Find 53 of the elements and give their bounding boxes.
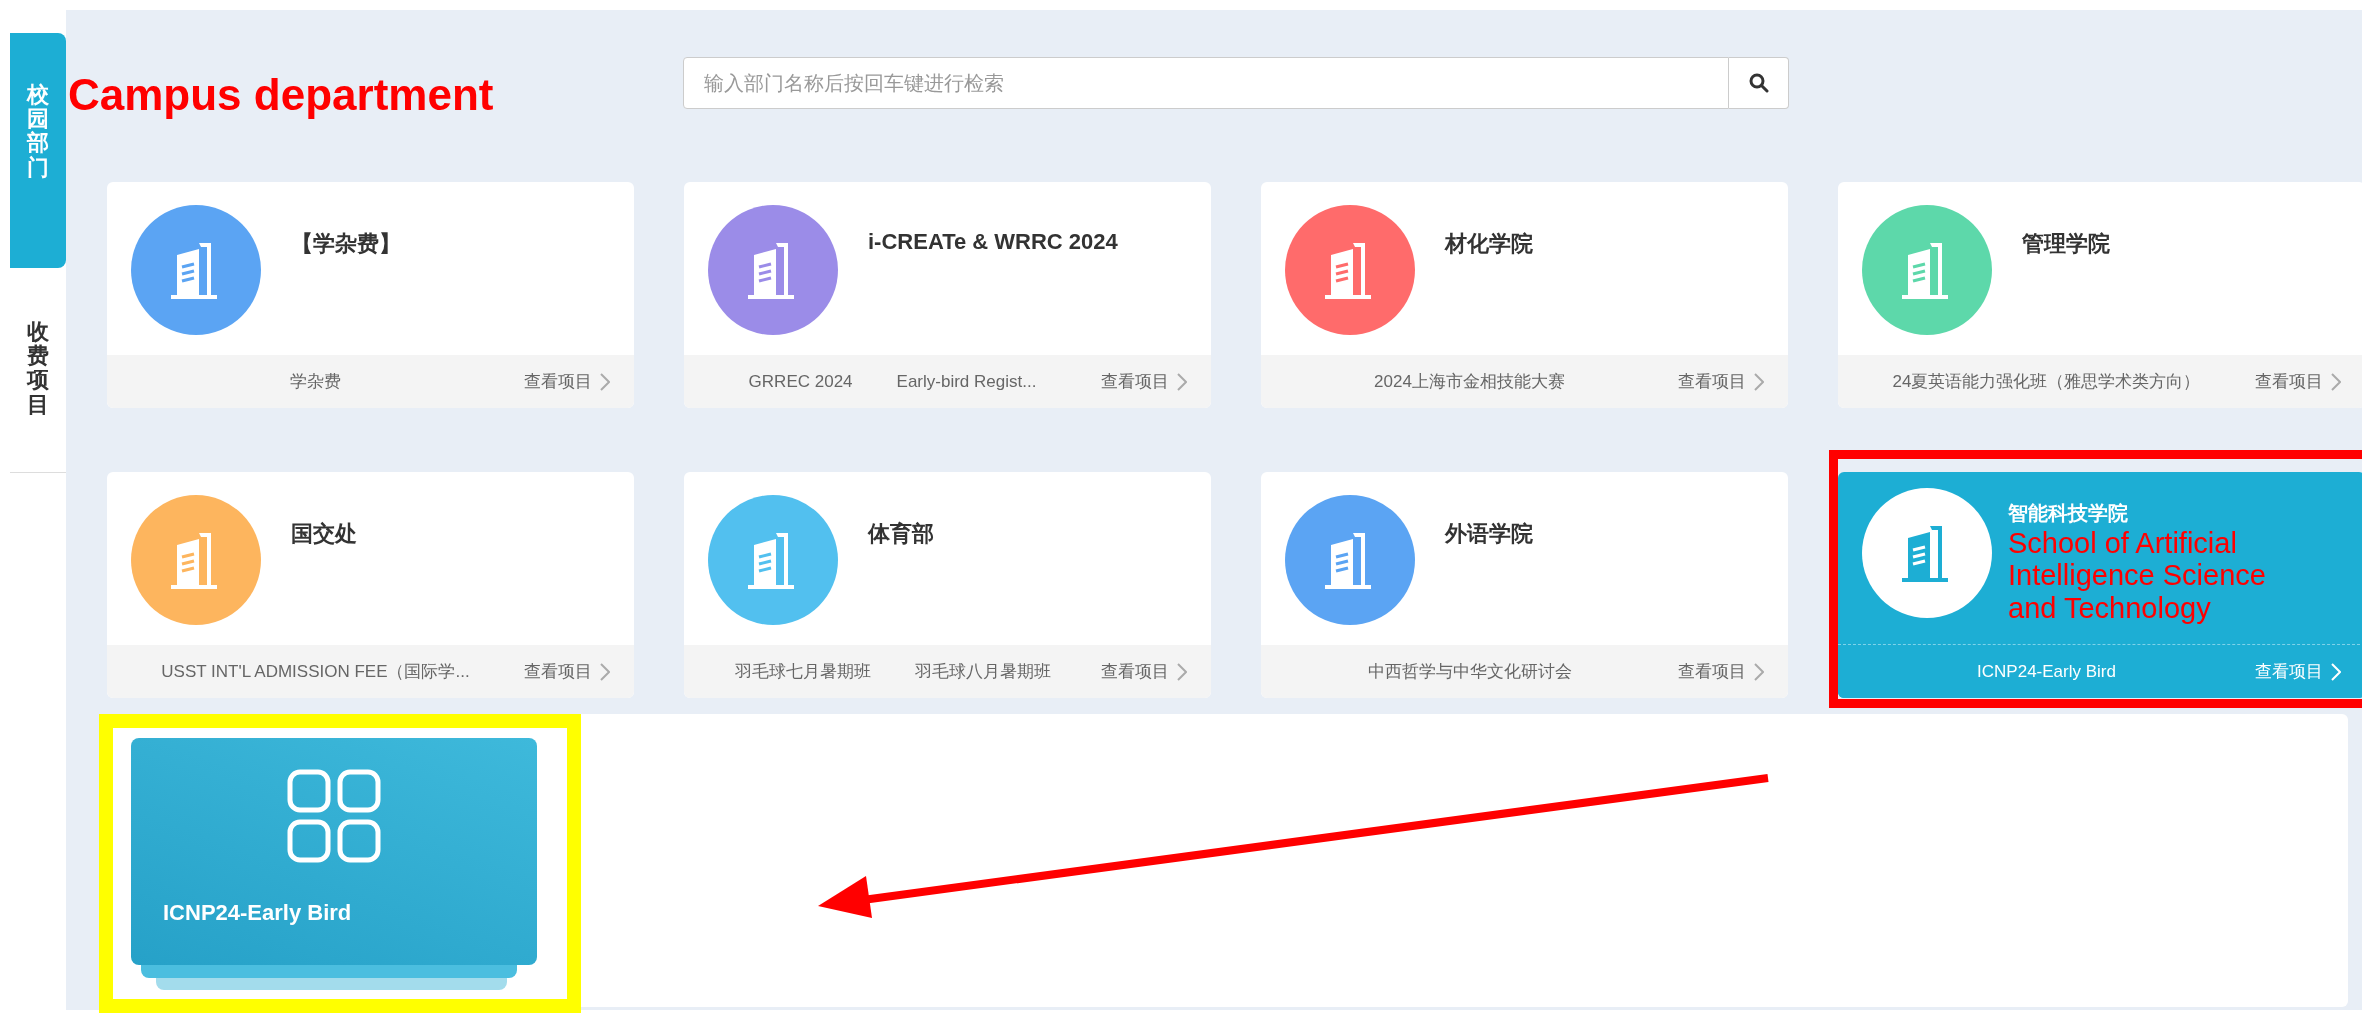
chevron-icon — [600, 662, 610, 681]
view-projects-link[interactable]: 查看项目 — [524, 660, 592, 683]
search-button[interactable] — [1729, 57, 1789, 109]
building-icon — [748, 533, 794, 589]
project-name[interactable]: USST INT'L ADMISSION FEE（国际学... — [161, 660, 470, 683]
view-projects-link[interactable]: 查看项目 — [1101, 370, 1169, 393]
chevron-icon — [600, 372, 610, 391]
building-icon — [171, 243, 217, 299]
project-name[interactable]: GRREC 2024 — [748, 371, 853, 392]
chevron-icon — [1754, 372, 1764, 391]
view-projects-link[interactable]: 查看项目 — [1678, 660, 1746, 683]
chevron-icon — [2331, 662, 2341, 681]
grid-icon — [286, 768, 382, 864]
sidebar-tab[interactable]: 收费项目 — [10, 320, 66, 417]
department-card[interactable]: 管理学院 24夏英语能力强化班（雅思学术类方向） 查看项目 — [1838, 182, 2362, 408]
building-icon — [1902, 243, 1948, 299]
project-name[interactable]: 学杂费 — [290, 370, 341, 393]
project-name[interactable]: Early-bird Regist... — [896, 371, 1037, 392]
project-name[interactable]: 羽毛球八月暑期班 — [914, 660, 1051, 683]
department-card[interactable]: 体育部 羽毛球七月暑期班 羽毛球八月暑期班 查看项目 — [684, 472, 1211, 698]
search-field[interactable]: 输入部门名称后按回车键进行检索 — [683, 57, 1729, 109]
annotation-text: School of Artificial Intelligence Science and Technology — [2008, 527, 2267, 625]
building-icon — [1325, 533, 1371, 589]
view-projects-link[interactable]: 查看项目 — [524, 370, 592, 393]
department-card[interactable]: 【学杂费】 学杂费 查看项目 — [107, 182, 634, 408]
department-title: 智能科技学院 — [2008, 501, 2129, 526]
chevron-icon — [1177, 372, 1187, 391]
department-card[interactable]: i-CREATe & WRRC 2024 GRREC 2024 Early-bird Regist... 查看项目 — [684, 182, 1211, 408]
view-projects-link[interactable]: 查看项目 — [2255, 370, 2323, 393]
project-name[interactable]: 中西哲学与中华文化研讨会 — [1367, 660, 1572, 683]
search-icon — [1748, 73, 1769, 93]
project-name[interactable]: 羽毛球七月暑期班 — [734, 660, 871, 683]
department-title: 国交处 — [291, 520, 357, 548]
view-projects-link[interactable]: 查看项目 — [1678, 370, 1746, 393]
department-card[interactable]: 材化学院 2024上海市金相技能大赛 查看项目 — [1261, 182, 1788, 408]
department-card[interactable]: 国交处 USST INT'L ADMISSION FEE（国际学... 查看项目 — [107, 472, 634, 698]
chevron-icon — [1754, 662, 1764, 681]
building-icon — [171, 533, 217, 589]
building-icon — [748, 243, 794, 299]
department-title: 【学杂费】 — [291, 230, 401, 258]
department-title: 体育部 — [868, 520, 934, 548]
chevron-icon — [2331, 372, 2341, 391]
department-title: i-CREATe & WRRC 2024 — [868, 229, 1118, 255]
chevron-icon — [1177, 662, 1187, 681]
department-card[interactable]: 外语学院 中西哲学与中华文化研讨会 查看项目 — [1261, 472, 1788, 698]
view-projects-link[interactable]: 查看项目 — [1101, 660, 1169, 683]
department-title: 管理学院 — [2022, 230, 2110, 258]
project-name[interactable]: 2024上海市金相技能大赛 — [1374, 370, 1565, 393]
annotation-label: Campus department — [68, 70, 494, 120]
department-title: 外语学院 — [1445, 520, 1533, 548]
building-icon — [1325, 243, 1371, 299]
department-title: 材化学院 — [1445, 230, 1533, 258]
project-name[interactable]: 24夏英语能力强化班（雅思学术类方向） — [1892, 370, 2201, 393]
